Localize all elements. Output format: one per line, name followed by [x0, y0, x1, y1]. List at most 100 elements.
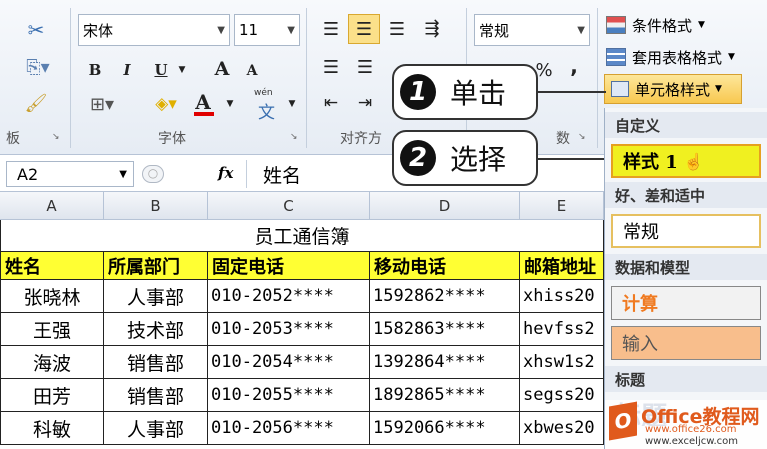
underline-button[interactable]: U — [148, 58, 174, 82]
cell-mobile[interactable]: 1892865**** — [370, 379, 520, 412]
font-size-select[interactable]: 11 ▼ — [234, 14, 300, 46]
cell-phone[interactable]: 010-2053**** — [208, 313, 370, 346]
cell-email[interactable]: xhsw1s2 — [520, 346, 604, 379]
cell-mobile[interactable]: 1582863**** — [370, 313, 520, 346]
watermark-url-2: www.exceljcw.com — [645, 436, 739, 447]
copy-icon[interactable]: ⎘▾ — [18, 54, 58, 80]
cell-mobile[interactable]: 1592862**** — [370, 280, 520, 313]
comma-button[interactable]: , — [566, 54, 582, 78]
cell-name[interactable]: 海波 — [0, 346, 104, 379]
callout-leader-line — [538, 91, 606, 93]
phonetic-pinyin: wén — [254, 88, 273, 98]
shrink-font-button[interactable]: A — [242, 60, 262, 82]
cell-email[interactable]: segss20 — [520, 379, 604, 412]
conditional-format-icon — [606, 16, 626, 34]
cell-phone[interactable]: 010-2054**** — [208, 346, 370, 379]
align-center-icon[interactable]: ☰ — [352, 54, 378, 80]
name-box[interactable]: A2 ▼ — [6, 161, 134, 187]
style-1-option[interactable]: 样式 1 ☝ — [611, 144, 761, 178]
chevron-down-icon: ▼ — [728, 52, 735, 62]
cell-email[interactable]: hevfss2 — [520, 313, 604, 346]
font-name-select[interactable]: 宋体 ▼ — [78, 14, 230, 46]
formula-divider-handle[interactable]: ○ — [142, 165, 164, 183]
cell-name[interactable]: 张晓林 — [0, 280, 104, 313]
cell-styles-gallery: 自定义 样式 1 ☝ 好、差和适中 常规 数据和模型 计算 输入 标题 标题 — [604, 108, 767, 449]
input-style-option[interactable]: 输入 — [611, 326, 761, 360]
cell-styles-button[interactable]: 单元格样式 ▼ — [604, 74, 742, 104]
table-format-icon — [606, 48, 626, 66]
cell-name[interactable]: 田芳 — [0, 379, 104, 412]
format-as-table-label: 套用表格格式 — [632, 48, 723, 67]
font-color-button[interactable]: A — [192, 90, 222, 120]
column-header-d[interactable]: D — [370, 192, 520, 220]
align-middle-icon[interactable]: ☰ — [348, 14, 380, 44]
cell-name[interactable]: 王强 — [0, 313, 104, 346]
column-header-b[interactable]: B — [104, 192, 208, 220]
wrap-text-icon[interactable]: ⇶ — [418, 14, 446, 42]
chevron-down-icon[interactable]: ▼ — [176, 58, 188, 82]
watermark: O Office教程网 www.office26.com www.exceljc… — [605, 400, 767, 449]
cell-styles-icon — [611, 81, 629, 97]
decrease-indent-icon[interactable]: ⇤ — [318, 90, 344, 116]
bold-button[interactable]: B — [84, 58, 106, 82]
number-group-label: 数 — [556, 131, 570, 147]
column-header-e[interactable]: E — [520, 192, 604, 220]
grow-font-button[interactable]: A — [210, 56, 234, 82]
calc-style-option[interactable]: 计算 — [611, 286, 761, 320]
number-format-value: 常规 — [479, 21, 510, 40]
header-cell-mobile[interactable]: 移动电话 — [370, 252, 520, 280]
cell-name[interactable]: 科敏 — [0, 412, 104, 445]
callout-leader-line — [538, 158, 608, 160]
cell-email[interactable]: xhiss20 — [520, 280, 604, 313]
format-as-table-button[interactable]: 套用表格格式 ▼ — [606, 44, 764, 70]
cell-department[interactable]: 销售部 — [104, 346, 208, 379]
header-cell-name[interactable]: 姓名 — [0, 252, 104, 280]
group-separator — [70, 8, 71, 148]
cell-mobile[interactable]: 1592066**** — [370, 412, 520, 445]
align-bottom-icon[interactable]: ☰ — [384, 16, 410, 42]
style-1-label: 样式 1 — [623, 152, 678, 173]
header-cell-email[interactable]: 邮箱地址 — [520, 252, 604, 280]
section-title: 标题 — [605, 366, 767, 392]
align-top-icon[interactable]: ☰ — [318, 16, 344, 42]
dialog-launcher-icon[interactable]: ↘ — [52, 132, 60, 142]
chevron-down-icon[interactable]: ▼ — [224, 94, 236, 114]
normal-style-option[interactable]: 常规 — [611, 214, 761, 248]
header-cell-phone[interactable]: 固定电话 — [208, 252, 370, 280]
callout-text: 选择 — [450, 143, 507, 176]
increase-indent-icon[interactable]: ⇥ — [352, 90, 378, 116]
dialog-launcher-icon[interactable]: ↘ — [578, 132, 586, 142]
chevron-down-icon: ▼ — [119, 168, 127, 180]
chevron-down-icon[interactable]: ▼ — [286, 94, 298, 114]
dialog-launcher-icon[interactable]: ↘ — [290, 132, 298, 142]
number-format-select[interactable]: 常规 ▼ — [474, 14, 590, 46]
cell-mobile[interactable]: 1392864**** — [370, 346, 520, 379]
cursor-icon: ☝ — [683, 151, 704, 171]
callout-text: 单击 — [450, 77, 507, 110]
insert-function-button[interactable]: fx — [218, 164, 233, 182]
conditional-format-label: 条件格式 — [632, 16, 693, 35]
conditional-format-button[interactable]: 条件格式 ▼ — [606, 12, 762, 38]
column-header-c[interactable]: C — [208, 192, 370, 220]
sheet-title-cell[interactable]: 员工通信簿 — [0, 220, 604, 252]
cell-phone[interactable]: 010-2056**** — [208, 412, 370, 445]
phonetic-button[interactable]: wén 文 — [254, 88, 284, 123]
cell-department[interactable]: 销售部 — [104, 379, 208, 412]
cell-department[interactable]: 技术部 — [104, 313, 208, 346]
cell-department[interactable]: 人事部 — [104, 280, 208, 313]
cell-phone[interactable]: 010-2052**** — [208, 280, 370, 313]
fill-color-icon[interactable]: ◈▾ — [146, 92, 186, 116]
border-icon[interactable]: ⊞▾ — [82, 92, 122, 116]
cell-department[interactable]: 人事部 — [104, 412, 208, 445]
align-left-icon[interactable]: ☰ — [318, 54, 344, 80]
watermark-url: www.office26.com — [645, 424, 737, 435]
column-header-a[interactable]: A — [0, 192, 104, 220]
font-color-bar — [194, 112, 214, 116]
italic-button[interactable]: I — [116, 58, 138, 82]
header-cell-department[interactable]: 所属部门 — [104, 252, 208, 280]
cell-phone[interactable]: 010-2055**** — [208, 379, 370, 412]
chevron-down-icon: ▼ — [715, 84, 722, 94]
cut-icon[interactable]: ✂ — [22, 16, 50, 44]
format-painter-icon[interactable]: 🖌 — [22, 90, 50, 116]
cell-email[interactable]: xbwes20 — [520, 412, 604, 445]
